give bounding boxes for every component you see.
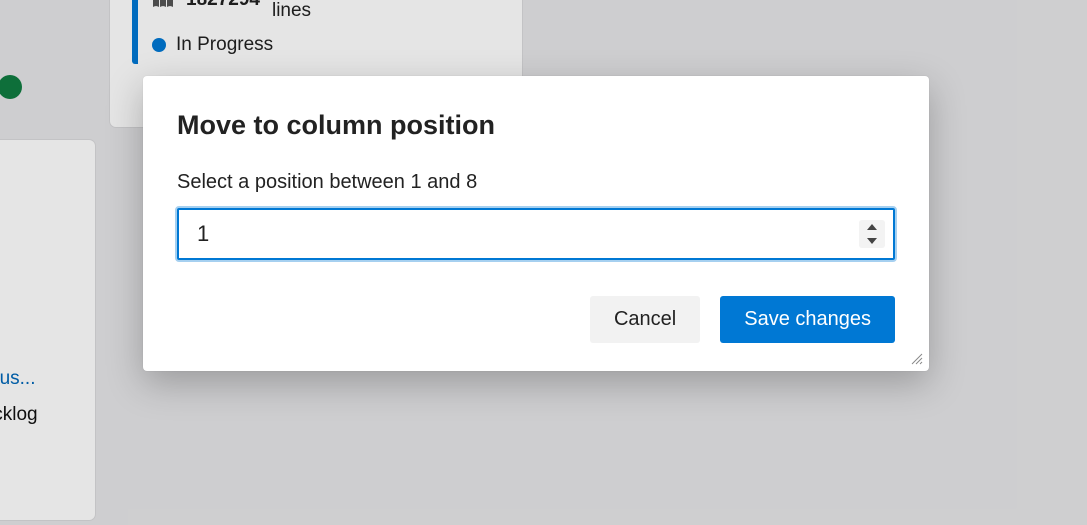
sidebar-card: y ing b Cus... Backlog <box>0 140 95 520</box>
stepper-down-button[interactable] <box>859 234 885 248</box>
work-item-title: Turn on all dependency lines <box>272 0 490 22</box>
book-icon <box>152 0 174 9</box>
work-item-card[interactable]: 1827294 Turn on all dependency lines In … <box>132 0 502 64</box>
position-field <box>177 208 895 260</box>
sidebar-text: Backlog <box>0 404 85 426</box>
work-item-state: In Progress <box>176 34 273 56</box>
stepper-up-button[interactable] <box>859 220 885 234</box>
resize-handle[interactable] <box>909 351 923 365</box>
work-item-id: 1827294 <box>186 0 260 11</box>
move-column-dialog: Move to column position Select a positio… <box>143 76 929 371</box>
position-instruction: Select a position between 1 and 8 <box>177 171 895 194</box>
sidebar-text-fragment: y <box>0 160 85 194</box>
cancel-button[interactable]: Cancel <box>590 296 700 343</box>
dialog-title: Move to column position <box>177 110 895 141</box>
state-dot-icon <box>152 38 166 52</box>
app-background: y ing b Cus... Backlog 1827294 Turn on a… <box>0 0 1087 525</box>
position-input[interactable] <box>177 208 895 260</box>
avatar <box>0 75 22 99</box>
dialog-buttons: Cancel Save changes <box>177 296 895 343</box>
sidebar-link[interactable]: b Cus... <box>0 368 85 390</box>
position-stepper <box>859 220 885 248</box>
chevron-up-icon <box>867 224 877 230</box>
save-button[interactable]: Save changes <box>720 296 895 343</box>
chevron-down-icon <box>867 238 877 244</box>
sidebar-text-fragment: ing <box>0 194 85 228</box>
